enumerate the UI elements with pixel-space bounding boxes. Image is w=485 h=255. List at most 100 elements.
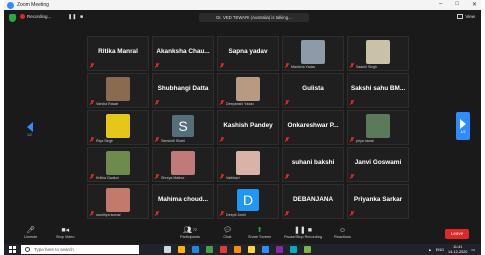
- participant-tile[interactable]: Deepanshi Yadav: [217, 73, 279, 108]
- participants-button[interactable]: 👥︎ 72 Participants: [180, 226, 200, 239]
- participant-tile[interactable]: sandhya kumari: [87, 184, 149, 219]
- pause-recording-icon[interactable]: ❚❚: [68, 14, 76, 20]
- participant-avatar: D: [237, 189, 259, 211]
- participant-tile[interactable]: Shreya Mathur: [152, 147, 214, 182]
- taskbar-search-box[interactable]: Type here to search: [21, 245, 139, 254]
- participant-label: Manisha Yadav: [291, 65, 316, 69]
- window-title: Zoom Meeting: [17, 2, 49, 8]
- muted-mic-icon: [90, 211, 94, 216]
- app-icon[interactable]: [276, 246, 283, 253]
- app-icon[interactable]: [290, 246, 297, 253]
- participant-tile[interactable]: Onkareshwar P...: [282, 110, 344, 145]
- participant-name: Shubhangi Datta: [157, 85, 209, 92]
- reactions-label: Reactions: [334, 235, 351, 239]
- participant-tile[interactable]: Priyanka Sarkar: [347, 184, 409, 219]
- app-icon[interactable]: [304, 246, 311, 253]
- participant-name: Ritika Manral: [98, 48, 138, 55]
- participant-tile[interactable]: Shubhangi Datta: [152, 73, 214, 108]
- muted-mic-icon: [90, 174, 94, 179]
- minimize-icon[interactable]: –: [439, 1, 442, 8]
- windows-start-icon[interactable]: [9, 246, 16, 253]
- meeting-toolbar: 🎤︎ Unmute ■◂ Stop Video 👥︎ 72 Participant…: [4, 224, 481, 244]
- participant-label: Kritika Gadkot: [96, 176, 119, 180]
- muted-mic-icon: [155, 174, 159, 179]
- participant-tile[interactable]: DEBANJANA: [282, 184, 344, 219]
- clock[interactable]: 11:41 14-12-2020: [448, 245, 467, 254]
- muted-mic-icon: [285, 100, 289, 105]
- muted-mic-icon: [155, 63, 159, 68]
- reactions-icon: ☺: [338, 226, 347, 234]
- arrow-right-icon: [460, 118, 466, 129]
- prev-page-indicator: 1/2: [27, 133, 32, 137]
- zoom-window: Zoom Meeting – □ ✕ Recording... ❚❚ ■ Dr.…: [4, 0, 481, 255]
- participant-tile[interactable]: priya rawat: [347, 110, 409, 145]
- participant-video: [236, 151, 260, 175]
- chat-button[interactable]: 💬︎ Chat: [223, 226, 232, 239]
- store-icon[interactable]: [206, 246, 213, 253]
- firefox-icon[interactable]: [234, 246, 241, 253]
- stop-recording-icon[interactable]: ■: [80, 14, 83, 20]
- gallery-view-icon: [457, 14, 464, 19]
- network-icon[interactable]: ▲: [428, 248, 432, 252]
- participant-name: Priyanka Sarkar: [353, 196, 403, 203]
- next-page-button[interactable]: 1/2: [456, 112, 470, 140]
- participant-name: Sakshi sahu BM...: [350, 85, 406, 92]
- participant-tile[interactable]: Manisha Yadav: [282, 36, 344, 71]
- taskbar-apps: [164, 246, 311, 253]
- participant-tile[interactable]: Kashish Pandey: [217, 110, 279, 145]
- participant-tile[interactable]: Mahima choud...: [152, 184, 214, 219]
- participant-tile[interactable]: Kritika Gadkot: [87, 147, 149, 182]
- muted-mic-icon: [350, 100, 354, 105]
- view-label: View: [465, 14, 475, 19]
- pause-recording-label: Pause/Stop Recording: [284, 235, 322, 239]
- system-tray: ▲ ENG 11:41 14-12-2020 ▭: [428, 245, 475, 254]
- maximize-icon[interactable]: □: [455, 1, 459, 8]
- language-indicator[interactable]: ENG: [436, 248, 444, 252]
- participant-label: Riya Singh: [96, 139, 114, 143]
- video-camera-icon: ■◂: [61, 227, 70, 234]
- unmute-button[interactable]: 🎤︎ Unmute: [24, 226, 37, 239]
- zoom-taskbar-icon[interactable]: [262, 246, 269, 253]
- participant-tile[interactable]: Sapna yadav: [217, 36, 279, 71]
- participant-tile[interactable]: Akanksha Chau...: [152, 36, 214, 71]
- chrome-icon[interactable]: [248, 246, 255, 253]
- muted-mic-icon: [155, 137, 159, 142]
- edge-browser-icon[interactable]: [192, 246, 199, 253]
- notifications-icon[interactable]: ▭: [471, 247, 475, 252]
- active-speaker-banner: Dr. VED TEWARI (Australia) is talking...: [199, 13, 309, 22]
- task-view-icon[interactable]: [164, 246, 171, 253]
- previous-page-button[interactable]: 1/2: [27, 122, 34, 140]
- participant-label: Sanskriti Shahi: [161, 139, 185, 143]
- participant-tile[interactable]: Saachi Singh: [347, 36, 409, 71]
- security-shield-icon[interactable]: [9, 14, 16, 22]
- participant-video: [171, 151, 195, 175]
- participant-tile[interactable]: S Sanskriti Shahi: [152, 110, 214, 145]
- windows-taskbar: Type here to search ▲ ENG 11:41 14-12-20…: [4, 244, 481, 255]
- view-button[interactable]: View: [457, 14, 475, 19]
- participants-icon: 👥︎ 72: [183, 227, 197, 234]
- participant-label: Vaibhavi: [226, 176, 240, 180]
- close-icon[interactable]: ✕: [472, 1, 477, 8]
- participant-tile[interactable]: Sakshi sahu BM...: [347, 73, 409, 108]
- muted-mic-icon: [350, 63, 354, 68]
- reactions-button[interactable]: ☺ Reactions: [334, 226, 351, 240]
- muted-mic-icon: [220, 100, 224, 105]
- search-placeholder: Type here to search: [34, 247, 74, 252]
- leave-button[interactable]: Leave: [445, 229, 469, 239]
- share-screen-button[interactable]: ⬆ Share Screen: [248, 226, 271, 239]
- pause-recording-button[interactable]: ❚❚ ■ Pause/Stop Recording: [284, 226, 322, 239]
- file-explorer-icon[interactable]: [178, 246, 185, 253]
- participant-tile[interactable]: suhani bakshi: [282, 147, 344, 182]
- participant-tile[interactable]: Ritika Manral: [87, 36, 149, 71]
- stop-video-button[interactable]: ■◂ Stop Video: [56, 226, 75, 239]
- participant-tile[interactable]: D Deepti Joshi: [217, 184, 279, 219]
- participant-tile[interactable]: Gulista: [282, 73, 344, 108]
- participant-tile[interactable]: Vaibhavi: [217, 147, 279, 182]
- participant-tile[interactable]: Varsha Rawat: [87, 73, 149, 108]
- participant-tile[interactable]: Janvi Goswami: [347, 147, 409, 182]
- participant-tile[interactable]: Riya Singh: [87, 110, 149, 145]
- participants-count: 72: [192, 228, 197, 232]
- office-icon[interactable]: [220, 246, 227, 253]
- participant-label: sandhya kumari: [96, 213, 122, 217]
- muted-mic-icon: [350, 211, 354, 216]
